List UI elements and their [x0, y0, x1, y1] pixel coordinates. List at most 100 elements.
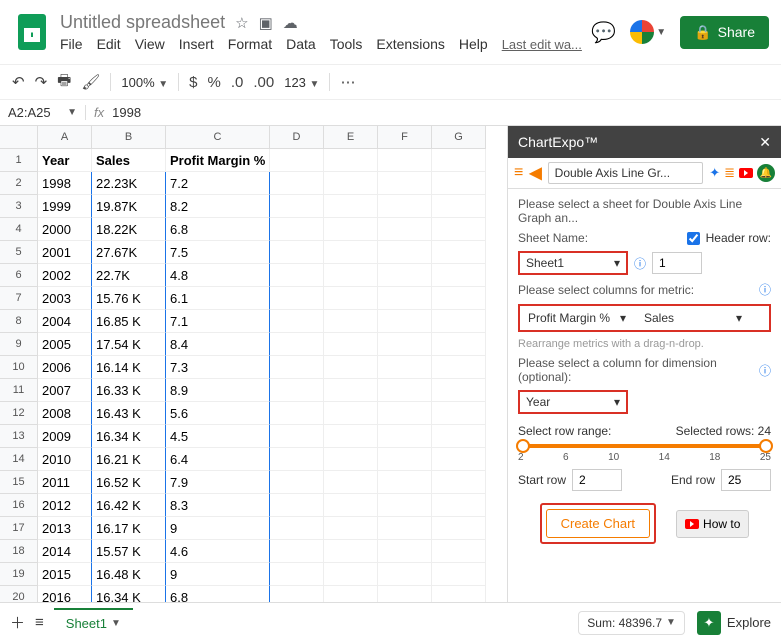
formula-input[interactable]: 1998	[112, 105, 141, 120]
cell[interactable]	[270, 402, 324, 425]
explore-icon[interactable]: ✦	[697, 611, 721, 635]
cell[interactable]	[270, 241, 324, 264]
col-header[interactable]: E	[324, 126, 378, 149]
cell[interactable]	[270, 471, 324, 494]
metric1-select[interactable]: Profit Margin %▾	[522, 308, 632, 328]
dec-decrease-icon[interactable]: .0	[231, 74, 244, 91]
cell[interactable]: 6.1	[166, 287, 270, 310]
cell[interactable]	[324, 264, 378, 287]
cell[interactable]	[324, 402, 378, 425]
cell[interactable]	[270, 563, 324, 586]
cell[interactable]: 2001	[38, 241, 92, 264]
sum-indicator[interactable]: Sum: 48396.7▼	[578, 611, 685, 635]
cell[interactable]	[378, 471, 432, 494]
cell[interactable]: Year	[38, 149, 92, 172]
sheet-tab[interactable]: Sheet1▼	[54, 608, 133, 637]
select-all-corner[interactable]	[0, 126, 38, 149]
cell[interactable]	[432, 310, 486, 333]
cell[interactable]: 16.17 K	[92, 517, 166, 540]
cell[interactable]	[324, 195, 378, 218]
cell[interactable]	[378, 425, 432, 448]
info-icon[interactable]: ⓘ	[759, 362, 771, 379]
database-icon[interactable]: ≣	[724, 165, 735, 181]
cell[interactable]	[270, 287, 324, 310]
row-header[interactable]: 1	[0, 149, 38, 172]
cell[interactable]	[432, 218, 486, 241]
info-icon[interactable]: ⓘ	[759, 281, 771, 298]
cell[interactable]	[432, 287, 486, 310]
cell[interactable]	[432, 264, 486, 287]
cell[interactable]	[270, 172, 324, 195]
info-icon[interactable]: ⓘ	[634, 255, 646, 272]
row-header[interactable]: 20	[0, 586, 38, 602]
currency-icon[interactable]: $	[189, 74, 197, 91]
cell[interactable]	[432, 241, 486, 264]
cell[interactable]	[378, 494, 432, 517]
cell[interactable]	[270, 586, 324, 602]
cell[interactable]: 1999	[38, 195, 92, 218]
cell[interactable]	[378, 310, 432, 333]
cell[interactable]	[324, 218, 378, 241]
col-header[interactable]: B	[92, 126, 166, 149]
dimension-select[interactable]: Year▾	[518, 390, 628, 414]
cell[interactable]	[324, 494, 378, 517]
row-header[interactable]: 2	[0, 172, 38, 195]
cell[interactable]	[378, 241, 432, 264]
cell[interactable]: 2003	[38, 287, 92, 310]
cell[interactable]	[324, 425, 378, 448]
menu-file[interactable]: File	[60, 36, 83, 52]
cell[interactable]: 19.87K	[92, 195, 166, 218]
row-header[interactable]: 7	[0, 287, 38, 310]
breadcrumb[interactable]: Double Axis Line Gr...	[548, 162, 704, 184]
cell[interactable]: 2000	[38, 218, 92, 241]
row-header[interactable]: 9	[0, 333, 38, 356]
cell[interactable]: 2015	[38, 563, 92, 586]
cell[interactable]: Profit Margin %	[166, 149, 270, 172]
dec-increase-icon[interactable]: .00	[253, 74, 274, 91]
cell[interactable]: 15.76 K	[92, 287, 166, 310]
spreadsheet-grid[interactable]: A B C D E F G 1YearSalesProfit Margin %2…	[0, 126, 507, 602]
cell[interactable]: 2006	[38, 356, 92, 379]
cell[interactable]: 16.21 K	[92, 448, 166, 471]
cell[interactable]: 4.6	[166, 540, 270, 563]
cell[interactable]	[432, 494, 486, 517]
cell[interactable]	[270, 494, 324, 517]
cell[interactable]	[270, 333, 324, 356]
cell[interactable]	[324, 287, 378, 310]
cell[interactable]	[270, 540, 324, 563]
cell[interactable]	[378, 586, 432, 602]
cell[interactable]: 16.85 K	[92, 310, 166, 333]
cell[interactable]: 2005	[38, 333, 92, 356]
row-header[interactable]: 17	[0, 517, 38, 540]
row-header[interactable]: 18	[0, 540, 38, 563]
cell[interactable]	[378, 287, 432, 310]
cell[interactable]: 2016	[38, 586, 92, 602]
menu-edit[interactable]: Edit	[97, 36, 121, 52]
cell[interactable]	[432, 586, 486, 602]
name-box[interactable]: A2:A25▼	[0, 105, 86, 120]
col-header[interactable]: D	[270, 126, 324, 149]
cell[interactable]	[270, 425, 324, 448]
more-toolbar-icon[interactable]: ⋯	[340, 73, 355, 91]
cell[interactable]	[324, 540, 378, 563]
cell[interactable]	[432, 563, 486, 586]
row-header[interactable]: 5	[0, 241, 38, 264]
cell[interactable]	[432, 356, 486, 379]
cell[interactable]: 8.9	[166, 379, 270, 402]
cell[interactable]	[378, 540, 432, 563]
row-range-slider[interactable]: 2 6 10 14 18 25	[518, 444, 771, 463]
header-row-input[interactable]	[652, 252, 702, 274]
cell[interactable]	[324, 356, 378, 379]
cell[interactable]	[378, 172, 432, 195]
cell[interactable]	[270, 149, 324, 172]
cell[interactable]	[324, 310, 378, 333]
menu-format[interactable]: Format	[228, 36, 272, 52]
cell[interactable]	[270, 517, 324, 540]
undo-icon[interactable]: ↶	[12, 73, 25, 91]
all-sheets-icon[interactable]: ≡	[35, 614, 44, 631]
cell[interactable]: 5.6	[166, 402, 270, 425]
cell[interactable]: 6.8	[166, 586, 270, 602]
menu-insert[interactable]: Insert	[179, 36, 214, 52]
cell[interactable]	[324, 379, 378, 402]
wand-icon[interactable]: ✦	[709, 165, 720, 181]
